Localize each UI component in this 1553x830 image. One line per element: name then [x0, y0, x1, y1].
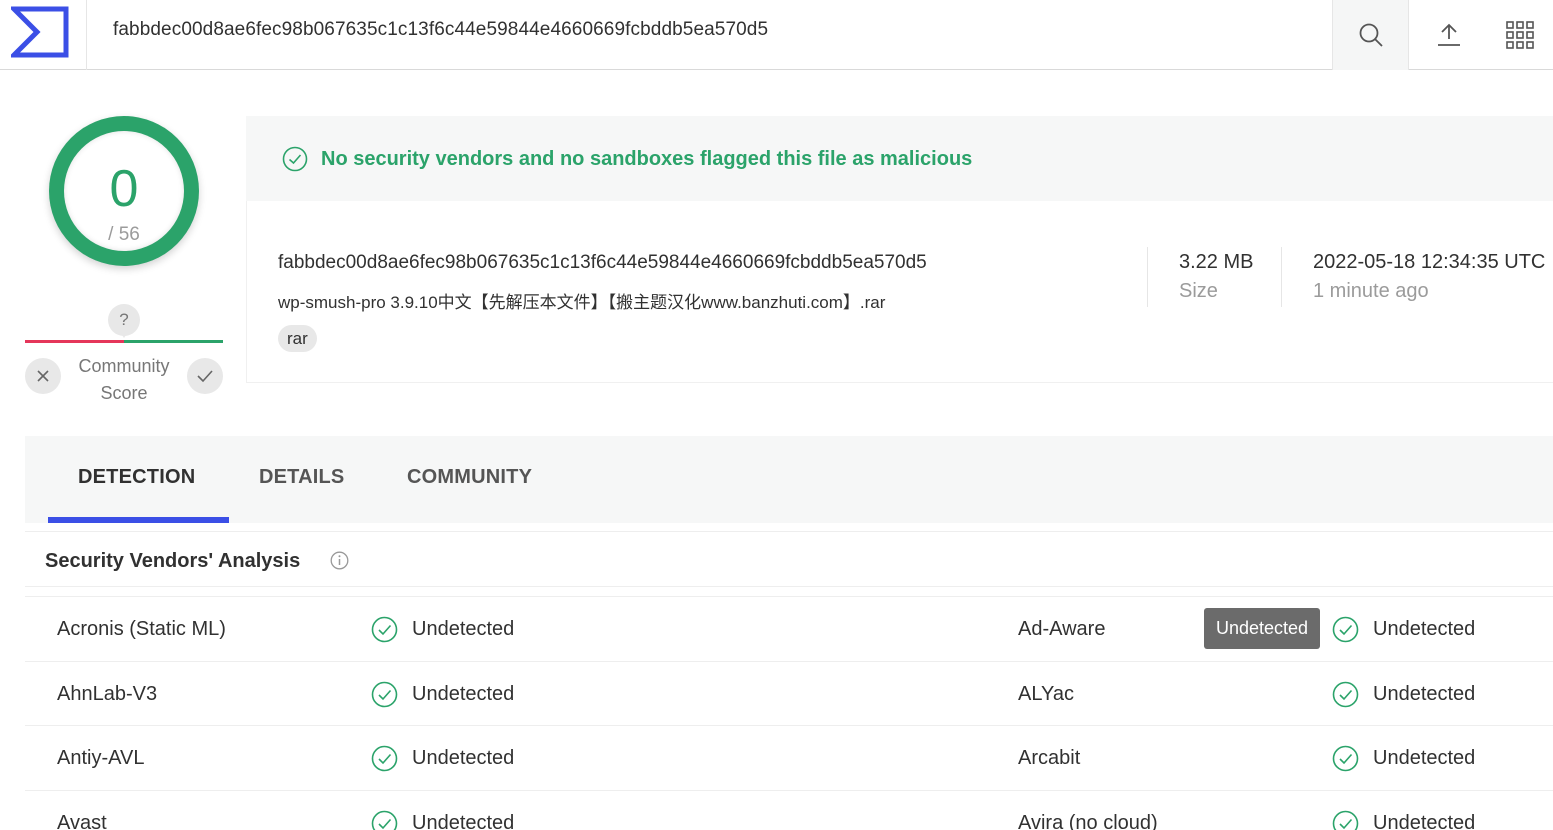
upload-button[interactable] [1410, 0, 1487, 70]
check-circle-icon [282, 146, 308, 172]
file-size-label: Size [1179, 280, 1218, 302]
table-row: AhnLab-V3 Undetected ALYac Undetected [25, 662, 1553, 726]
virustotal-logo[interactable] [0, 0, 87, 70]
check-circle-icon [1332, 616, 1359, 643]
divider [1281, 247, 1282, 307]
vendor-name: Avira (no cloud) [1018, 811, 1158, 830]
community-bar-harmless [124, 340, 223, 343]
vendor-result: Undetected [1373, 618, 1476, 640]
file-size-value: 3.22 MB [1179, 251, 1254, 273]
check-circle-icon [1332, 745, 1359, 772]
detection-count: 0 [109, 160, 139, 218]
check-circle-icon [371, 616, 398, 643]
table-row: Avast Undetected Avira (no cloud) Undete… [25, 791, 1553, 830]
vendor-name: Acronis (Static ML) [57, 618, 226, 640]
vendor-result: Undetected [1373, 682, 1476, 705]
detection-score-inner: 0 / 56 [64, 131, 184, 251]
check-circle-icon [1332, 810, 1359, 830]
vendor-name: ALYac [1018, 682, 1074, 705]
detection-score-ring: 0 / 56 [49, 116, 199, 266]
file-info-card: fabbdec00d8ae6fec98b067635c1c13f6c44e598… [246, 201, 1553, 383]
verdict-message: No security vendors and no sandboxes fla… [321, 148, 973, 170]
analysis-title: Security Vendors' Analysis [45, 550, 301, 572]
vote-malicious-button[interactable] [25, 358, 61, 394]
info-icon[interactable] [330, 551, 349, 570]
search-button[interactable] [1332, 0, 1409, 70]
community-score-value: ? [108, 304, 140, 338]
search-icon [1359, 23, 1383, 47]
file-name: wp-smush-pro 3.9.10中文【先解压本文件】【搬主题汉化www.b… [278, 293, 886, 312]
vendor-result: Undetected [1373, 811, 1476, 830]
tab-community[interactable]: COMMUNITY [407, 466, 532, 489]
apps-grid-icon [1506, 21, 1534, 49]
vendor-table: Acronis (Static ML) Undetected Ad-Aware … [25, 596, 1553, 830]
vendor-name: Antiy-AVL [57, 747, 145, 769]
tab-bar: DETECTION DETAILS COMMUNITY [25, 436, 1553, 523]
analysis-date: 2022-05-18 12:34:35 UTC [1313, 251, 1546, 273]
vendor-result: Undetected [412, 811, 515, 830]
upload-icon [1437, 23, 1460, 46]
table-row: Acronis (Static ML) Undetected Ad-Aware … [25, 597, 1553, 662]
vendor-name: Arcabit [1018, 747, 1081, 769]
tab-detection[interactable]: DETECTION [78, 466, 195, 489]
vendor-name: Ad-Aware [1018, 618, 1106, 640]
vendor-result: Undetected [1373, 747, 1476, 769]
community-score-label: Community Score [78, 356, 170, 403]
check-circle-icon [371, 745, 398, 772]
active-tab-indicator [48, 517, 229, 523]
community-bar-malicious [25, 340, 124, 343]
vendor-name: AhnLab-V3 [57, 682, 158, 705]
tooltip: Undetected [1204, 608, 1320, 649]
tab-details[interactable]: DETAILS [259, 466, 344, 489]
check-circle-icon [1332, 681, 1359, 707]
check-circle-icon [371, 681, 398, 707]
analysis-date-relative: 1 minute ago [1313, 280, 1429, 302]
vendor-result: Undetected [412, 747, 515, 769]
file-hash[interactable]: fabbdec00d8ae6fec98b067635c1c13f6c44e598… [278, 252, 927, 274]
divider [1147, 247, 1148, 307]
sigma-logo-icon [11, 6, 69, 58]
search-input[interactable]: fabbdec00d8ae6fec98b067635c1c13f6c44e598… [113, 19, 768, 41]
apps-button[interactable] [1487, 0, 1553, 70]
vendor-result: Undetected [412, 618, 515, 640]
checkmark-icon [197, 370, 213, 383]
top-bar: fabbdec00d8ae6fec98b067635c1c13f6c44e598… [0, 0, 1553, 70]
verdict-banner: No security vendors and no sandboxes fla… [246, 116, 1553, 201]
check-circle-icon [371, 810, 398, 830]
detection-total: / 56 [108, 224, 140, 245]
close-icon [37, 370, 49, 382]
vendor-name: Avast [57, 811, 107, 830]
vote-harmless-button[interactable] [187, 358, 223, 394]
vendor-result: Undetected [412, 682, 515, 705]
analysis-header: Security Vendors' Analysis [25, 531, 1553, 587]
table-row: Antiy-AVL Undetected Arcabit Undetected [25, 726, 1553, 791]
community-score: ? Community Score [25, 300, 223, 410]
file-tag[interactable]: rar [278, 325, 317, 352]
